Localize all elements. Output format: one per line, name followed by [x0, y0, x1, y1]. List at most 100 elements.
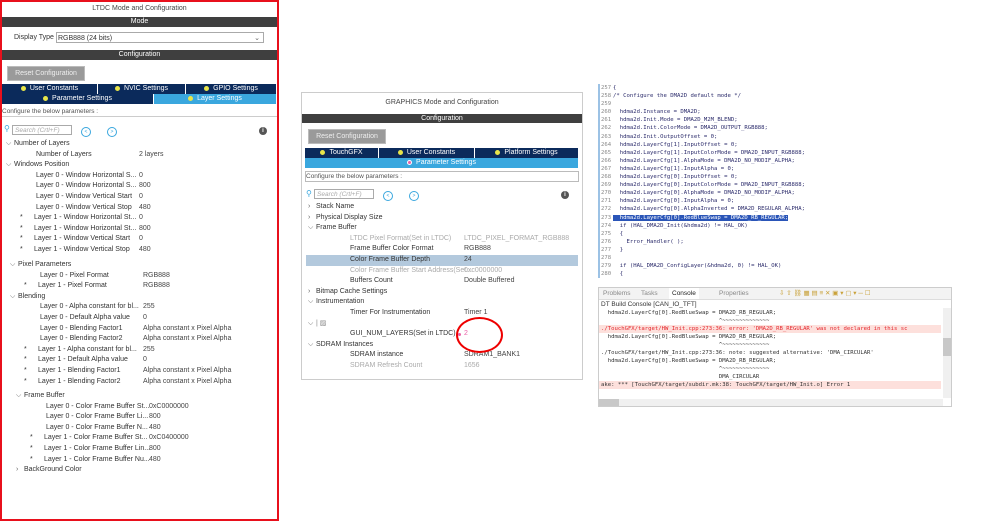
tree-row[interactable]: * Layer 1 - Default Alpha value 0 — [8, 355, 274, 366]
code-line[interactable]: 280 { — [598, 270, 950, 279]
tree-row[interactable]: Layer 0 - Pixel Format RGB888 — [8, 271, 274, 282]
tree-row[interactable]: Layer 0 - Window Horizontal S... 800 — [4, 181, 274, 192]
tree-group[interactable]: ⌵ Frame Buffer — [306, 223, 578, 234]
tree-row[interactable]: Buffers Count Double Buffered — [306, 276, 578, 287]
tree-group[interactable]: ⌵ Number of Layers — [4, 139, 274, 150]
tree-row[interactable]: Layer 0 - Color Frame Buffer N... 480 — [14, 423, 274, 434]
chevron-down-icon[interactable]: ⌵ — [6, 160, 11, 171]
info-icon[interactable]: i — [259, 127, 267, 135]
tree-group[interactable]: ⌵ Blending — [8, 292, 274, 303]
chevron-down-icon[interactable]: ⌵ — [10, 292, 15, 303]
tab-user-constants[interactable]: User Constants — [379, 148, 475, 158]
chevron-down-icon[interactable]: ⌵ — [308, 297, 313, 308]
tree-row[interactable]: Layer 0 - Window Vertical Start 0 — [4, 192, 274, 203]
tab-problems[interactable]: Problems — [603, 288, 630, 299]
chevron-down-icon[interactable]: ⌵ — [308, 223, 313, 234]
tree-row[interactable]: Layer 0 - Default Alpha value 0 — [8, 313, 274, 324]
tree-row[interactable]: Number of Layers 2 layers — [4, 150, 274, 161]
tree-row[interactable]: * Layer 1 - Window Vertical Start 0 — [4, 234, 274, 245]
tree-group[interactable]: ⌵ SDRAM Instances — [306, 340, 578, 351]
code-line[interactable]: 268 hdma2d.LayerCfg[0].InputOffset = 0; — [598, 173, 950, 182]
tree-row[interactable]: * Layer 1 - Color Frame Buffer St... 0xC04… — [14, 433, 274, 444]
tree-row[interactable]: * Layer 1 - Window Vertical Stop 480 — [4, 245, 274, 256]
code-line[interactable]: 265 hdma2d.LayerCfg[1].InputColorMode = … — [598, 148, 950, 157]
tab-user-constants[interactable]: User Constants — [2, 84, 98, 94]
tree-row[interactable]: * Layer 1 - Pixel Format RGB888 — [8, 281, 274, 292]
display-type-select[interactable]: RGB888 (24 bits) ⌄ — [56, 32, 264, 43]
code-line[interactable]: 266 hdma2d.LayerCfg[1].AlphaMode = DMA2D… — [598, 156, 950, 165]
code-line[interactable]: 275 { — [598, 229, 950, 238]
code-line[interactable]: 259 — [598, 100, 950, 109]
tree-group[interactable]: › Bitmap Cache Settings — [306, 287, 578, 298]
search-input[interactable]: Search (Crtl+F) — [314, 189, 374, 199]
tree-row[interactable]: Color Frame Buffer Depth 24 — [306, 254, 578, 266]
tab-parameter-settings[interactable]: Parameter Settings — [2, 94, 154, 104]
tree-row[interactable]: GUI_NUM_LAYERS(Set in LTDC) 2 — [306, 329, 578, 340]
tree-row[interactable]: Layer 0 - Color Frame Buffer St... 0xC000… — [14, 402, 274, 413]
tab-layer-settings[interactable]: Layer Settings — [154, 94, 277, 104]
tab-parameter-settings[interactable]: Parameter Settings — [305, 158, 579, 168]
tree-row[interactable]: * Layer 1 - Window Horizontal St... 0 — [4, 213, 274, 224]
tree-row[interactable]: SDRAM Refresh Count 1656 — [306, 361, 578, 372]
tree-row[interactable]: Color Frame Buffer Start Address(Set... 0… — [306, 266, 578, 277]
code-line[interactable]: 277 } — [598, 245, 950, 254]
tab-properties[interactable]: Properties — [719, 288, 749, 299]
tree-group[interactable]: ⌵ Instrumentation — [306, 297, 578, 308]
search-input[interactable]: Search (Crtl+F) — [12, 125, 72, 135]
next-icon[interactable]: > — [107, 127, 117, 137]
code-line[interactable]: 279 if (HAL_DMA2D_ConfigLayer(&hdma2d, 0… — [598, 262, 950, 271]
chevron-down-icon[interactable]: ⌵ — [10, 260, 15, 271]
code-line[interactable]: 273 hdma2d.LayerCfg[0].RedBlueSwap = DMA… — [598, 213, 950, 222]
tab-nvic-settings[interactable]: NVIC Settings — [98, 84, 186, 94]
code-line[interactable]: 262 hdma2d.Init.ColorMode = DMA2D_OUTPUT… — [598, 124, 950, 133]
chevron-right-icon[interactable]: › — [308, 202, 310, 213]
vertical-scrollbar[interactable] — [943, 308, 951, 398]
next-icon[interactable]: > — [409, 191, 419, 201]
tab-platform-settings[interactable]: Platform Settings — [475, 148, 579, 158]
tree-row[interactable]: LTDC Pixel Format(Set in LTDC) LTDC_PIXEL… — [306, 234, 578, 245]
tree-row[interactable]: * Layer 1 - Window Horizontal St... 800 — [4, 224, 274, 235]
tree-row[interactable]: * Layer 1 - Blending Factor1 Alpha constan… — [8, 366, 274, 377]
tree-row[interactable]: Timer For Instrumentation Timer 1 — [306, 308, 578, 319]
info-icon[interactable]: i — [561, 191, 569, 199]
reset-configuration-button[interactable]: Reset Configuration — [308, 129, 386, 144]
tab-gpio-settings[interactable]: GPIO Settings — [186, 84, 277, 94]
toolbar-icons[interactable]: ⇩ ⇧ ⛓ ▦ ▤ ≡ ✕ ▣ ▾ ▢ ▾ ─ ☐ — [779, 288, 871, 299]
code-line[interactable]: 271 hdma2d.LayerCfg[0].InputAlpha = 0; — [598, 197, 950, 206]
horizontal-scrollbar[interactable] — [599, 399, 943, 406]
code-editor[interactable]: 257{258/* Configure the DMA2D default mo… — [598, 84, 950, 282]
reset-configuration-button[interactable]: Reset Configuration — [7, 66, 85, 81]
tree-row[interactable]: * Layer 1 - Color Frame Buffer Lin... 800 — [14, 444, 274, 455]
chevron-down-icon[interactable]: ⌵ — [6, 139, 11, 150]
previous-icon[interactable]: < — [383, 191, 393, 201]
tree-row[interactable]: Layer 0 - Blending Factor2 Alpha constant… — [8, 334, 274, 345]
tree-row[interactable]: Frame Buffer Color Format RGB888 — [306, 244, 578, 255]
tree-group[interactable]: ⌵ Windows Position — [4, 160, 274, 171]
code-line[interactable]: 278 — [598, 253, 950, 263]
chevron-right-icon[interactable]: › — [308, 213, 310, 224]
tree-row[interactable]: Layer 0 - Window Horizontal S... 0 — [4, 171, 274, 182]
tree-row[interactable]: SDRAM instance SDRAM1_BANK1 — [306, 350, 578, 361]
chevron-right-icon[interactable]: › — [16, 465, 18, 476]
chevron-right-icon[interactable]: › — [308, 287, 310, 298]
code-line[interactable]: 272 hdma2d.LayerCfg[0].AlphaInverted = D… — [598, 205, 950, 214]
tree-group[interactable]: › Physical Display Size — [306, 213, 578, 224]
code-line[interactable]: 261 hdma2d.Init.Mode = DMA2D_M2M_BLEND; — [598, 116, 950, 125]
code-line[interactable]: 258/* Configure the DMA2D default mode *… — [598, 92, 950, 101]
tree-row[interactable]: * Layer 1 - Blending Factor2 Alpha constan… — [8, 377, 274, 388]
code-line[interactable]: 264 hdma2d.LayerCfg[1].InputOffset = 0; — [598, 140, 950, 149]
chevron-down-icon[interactable]: ⌵ — [16, 391, 21, 402]
code-line[interactable]: 267 hdma2d.LayerCfg[1].InputAlpha = 0; — [598, 164, 950, 174]
code-line[interactable]: 276 Error_Handler( ); — [598, 237, 950, 246]
code-line[interactable]: 274 if (HAL_DMA2D_Init(&hdma2d) != HAL_O… — [598, 221, 950, 230]
tree-group[interactable]: ⌵ Frame Buffer — [14, 391, 274, 402]
tree-group[interactable]: ⌵ | ▨ — [306, 319, 578, 330]
tree-row[interactable]: * Layer 1 - Color Frame Buffer Nu... 480 — [14, 455, 274, 466]
tree-group[interactable]: ⌵ Pixel Parameters — [8, 260, 274, 271]
tab-console[interactable]: Console — [669, 288, 699, 299]
code-line[interactable]: 269 hdma2d.LayerCfg[0].InputColorMode = … — [598, 181, 950, 190]
tree-group[interactable]: › Stack Name — [306, 202, 578, 213]
code-line[interactable]: 263 hdma2d.Init.OutputOffset = 0; — [598, 132, 950, 141]
chevron-down-icon[interactable]: ⌵ — [308, 319, 313, 330]
tab-touchgfx[interactable]: TouchGFX — [305, 148, 379, 158]
